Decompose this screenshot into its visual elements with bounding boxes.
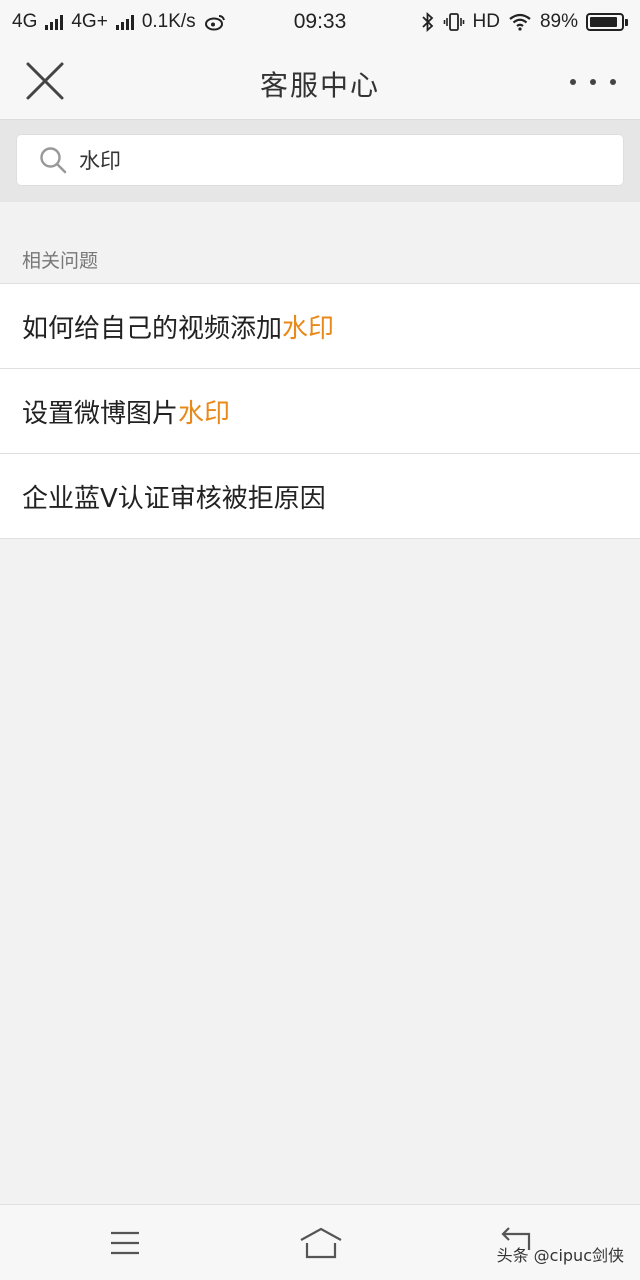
question-text: 企业蓝V认证审核被拒原因 bbox=[22, 483, 326, 514]
vibrate-icon bbox=[443, 13, 464, 31]
wifi-icon bbox=[509, 13, 531, 31]
status-left: 4G 4G+ 0.1K/s bbox=[12, 11, 226, 33]
signal-1-icon bbox=[45, 14, 64, 30]
signal-2-icon bbox=[115, 14, 134, 30]
status-bar: 4G 4G+ 0.1K/s 09:33 HD 89% bbox=[0, 0, 640, 44]
question-list: 如何给自己的视频添加 水印 设置微博图片 水印 企业蓝V认证审核被拒原因 bbox=[0, 283, 640, 539]
question-item[interactable]: 如何给自己的视频添加 水印 bbox=[0, 284, 640, 369]
network-2-label: 4G+ bbox=[71, 11, 108, 32]
menu-button[interactable] bbox=[103, 1223, 147, 1263]
more-button[interactable] bbox=[570, 70, 616, 94]
status-right: HD 89% bbox=[421, 11, 628, 33]
related-questions-label: 相关问题 bbox=[22, 250, 99, 272]
system-nav-bar: 头条 @cipuc剑侠 bbox=[0, 1204, 640, 1280]
weibo-icon bbox=[204, 15, 225, 31]
menu-icon bbox=[111, 1231, 139, 1255]
battery-icon bbox=[586, 13, 628, 31]
search-input[interactable] bbox=[79, 148, 599, 172]
question-item[interactable]: 企业蓝V认证审核被拒原因 bbox=[0, 454, 640, 539]
battery-percent: 89% bbox=[539, 11, 578, 32]
question-text: 设置微博图片 bbox=[22, 398, 179, 429]
network-1-label: 4G bbox=[12, 11, 38, 32]
question-text: 如何给自己的视频添加 bbox=[22, 313, 283, 344]
more-icon-dot bbox=[610, 79, 616, 85]
hd-label: HD bbox=[472, 11, 500, 32]
search-box[interactable] bbox=[16, 134, 624, 186]
more-icon-dot bbox=[570, 79, 576, 85]
question-highlight: 水印 bbox=[282, 313, 335, 344]
home-icon bbox=[300, 1227, 342, 1259]
home-button[interactable] bbox=[296, 1223, 346, 1263]
bluetooth-icon bbox=[421, 12, 433, 32]
search-icon bbox=[40, 147, 67, 174]
network-speed: 0.1K/s bbox=[141, 11, 196, 32]
title-bar: 客服中心 bbox=[0, 44, 640, 120]
question-item[interactable]: 设置微博图片 水印 bbox=[0, 369, 640, 454]
more-icon-dot bbox=[590, 79, 596, 85]
page-title: 客服中心 bbox=[259, 69, 380, 102]
search-area bbox=[0, 120, 640, 202]
question-highlight: 水印 bbox=[178, 398, 231, 429]
watermark-text: 头条 @cipuc剑侠 bbox=[496, 1246, 624, 1265]
